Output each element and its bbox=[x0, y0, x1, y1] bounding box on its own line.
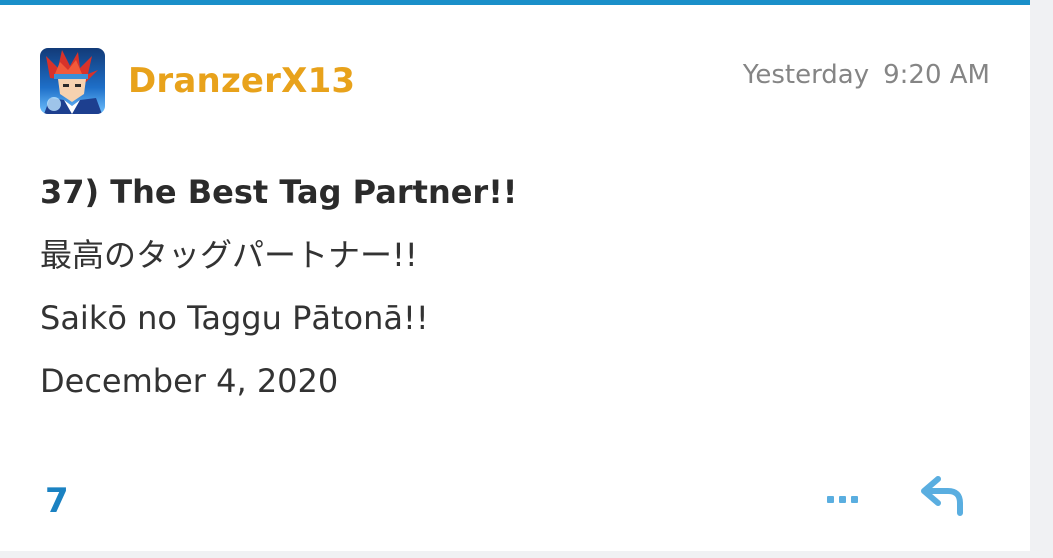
post-footer: 7 bbox=[40, 475, 990, 529]
avatar[interactable] bbox=[40, 48, 105, 114]
post-japanese-text: 最高のタッグパートナー!! bbox=[40, 236, 418, 274]
ellipsis-icon bbox=[827, 496, 858, 503]
post-header: DranzerX13 Yesterday 9:20 AM bbox=[40, 48, 990, 114]
post-card: DranzerX13 Yesterday 9:20 AM 37) The Best… bbox=[0, 0, 1030, 551]
post-romaji-text: Saikō no Taggu Pātonā!! bbox=[40, 299, 429, 337]
timestamp-day: Yesterday bbox=[742, 60, 870, 90]
timestamp-time: 9:20 AM bbox=[883, 60, 990, 90]
post-timestamp: Yesterday 9:20 AM bbox=[743, 60, 990, 90]
like-count[interactable]: 7 bbox=[45, 481, 69, 521]
more-options-button[interactable] bbox=[824, 487, 862, 511]
post-date-text: December 4, 2020 bbox=[40, 362, 339, 400]
post-body: 37) The Best Tag Partner!! 最高のタッグパートナー!!… bbox=[40, 168, 990, 420]
username-link[interactable]: DranzerX13 bbox=[128, 61, 355, 101]
reply-button[interactable] bbox=[920, 475, 966, 519]
post-title: 37) The Best Tag Partner!! bbox=[40, 173, 518, 211]
anime-character-avatar-icon bbox=[40, 48, 105, 114]
reply-arrow-icon bbox=[921, 476, 963, 516]
